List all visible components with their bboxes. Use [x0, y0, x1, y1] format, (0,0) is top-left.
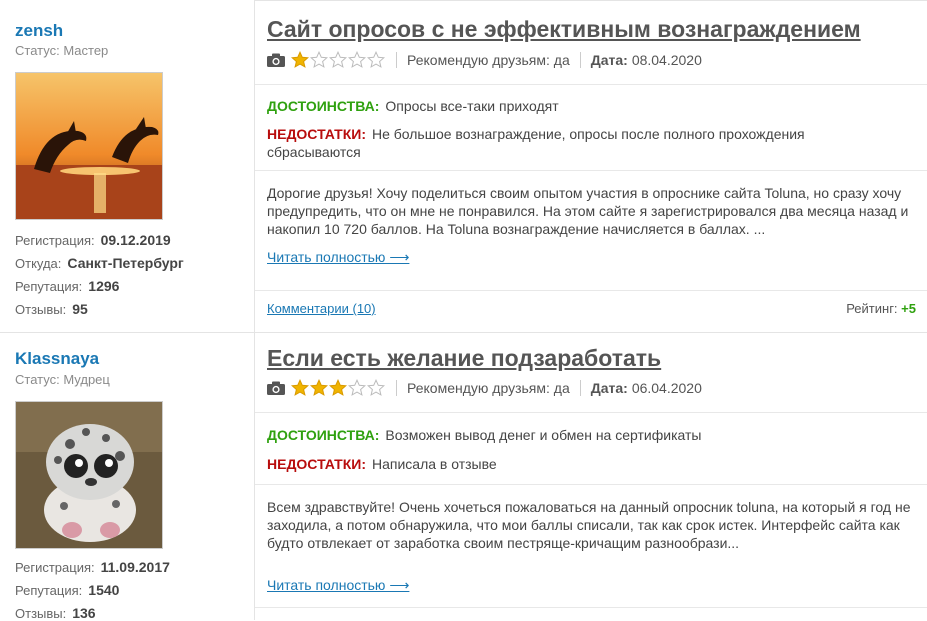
comments-link[interactable]: Комментарии (10)	[267, 301, 376, 316]
reviews-count-value: 136	[72, 605, 96, 621]
reputation-info: Репутация: 1540	[15, 582, 119, 598]
star-empty-icon	[348, 379, 366, 396]
star-rating	[291, 51, 386, 69]
avatar-dolphins-image	[16, 73, 162, 219]
date-label: Дата:	[590, 52, 628, 68]
pros-text: Опросы все-таки приходят	[385, 98, 559, 114]
divider	[255, 484, 927, 485]
author-name-link[interactable]: Klassnaya	[15, 349, 99, 369]
divider	[255, 290, 927, 291]
divider	[255, 412, 927, 413]
review-rating: Рейтинг: +5	[846, 301, 916, 316]
rating-label: Рейтинг:	[846, 301, 898, 316]
pros-block: ДОСТОИНСТВА: Возможен вывод денег и обмен…	[267, 426, 887, 444]
star-filled-icon	[291, 379, 309, 396]
author-panel: zensh Статус: Мастер Регистрация: 09.12.…	[0, 0, 253, 332]
pros-text: Возможен вывод денег и обмен на сертифик…	[385, 427, 702, 443]
review-content: Сайт опросов с не эффективным вознагражд…	[254, 0, 927, 332]
location-value: Санкт-Петербург	[67, 255, 184, 271]
reviews-count-info: Отзывы: 95	[15, 301, 88, 317]
cons-label: НЕДОСТАТКИ:	[267, 456, 366, 472]
review-info-line: Рекомендую друзьям: да Дата: 06.04.2020	[267, 377, 702, 399]
author-panel: Klassnaya Статус: Мудрец Регистрация: 11.…	[0, 332, 253, 621]
star-empty-icon	[310, 51, 328, 68]
review-card: zensh Статус: Мастер Регистрация: 09.12.…	[0, 0, 927, 332]
star-empty-icon	[367, 379, 385, 396]
date-value: 06.04.2020	[631, 380, 702, 396]
author-name-link[interactable]: zensh	[15, 21, 63, 41]
read-more-link[interactable]: Читать полностью ⟶	[267, 577, 409, 594]
reviews-count-label: Отзывы:	[15, 606, 67, 621]
location-info: Откуда: Санкт-Петербург	[15, 255, 184, 271]
star-filled-icon	[310, 379, 328, 396]
reviews-count-value: 95	[72, 301, 88, 317]
divider	[579, 52, 581, 68]
review-card: Klassnaya Статус: Мудрец Регистрация: 11.…	[0, 332, 927, 621]
star-empty-icon	[348, 51, 366, 68]
registration-info: Регистрация: 11.09.2017	[15, 559, 170, 575]
star-filled-icon	[329, 379, 347, 396]
author-status: Статус: Мастер	[15, 43, 109, 58]
divider	[396, 52, 397, 68]
registration-label: Регистрация:	[15, 233, 95, 248]
star-empty-icon	[329, 51, 347, 68]
registration-date: 09.12.2019	[100, 232, 171, 248]
pros-label: ДОСТОИНСТВА:	[267, 98, 380, 114]
review-excerpt: Всем здравствуйте! Очень хочеться пожало…	[267, 499, 911, 551]
star-empty-icon	[367, 51, 385, 68]
rating-value: +5	[901, 301, 916, 316]
registration-info: Регистрация: 09.12.2019	[15, 232, 171, 248]
cons-block: НЕДОСТАТКИ: Не большое вознаграждение, оп…	[267, 125, 887, 161]
pros-label: ДОСТОИНСТВА:	[267, 427, 380, 443]
review-title-link[interactable]: Сайт опросов с не эффективным вознагражд…	[267, 16, 861, 43]
camera-icon	[267, 381, 285, 395]
cons-label: НЕДОСТАТКИ:	[267, 126, 366, 142]
divider	[579, 380, 581, 396]
star-rating	[291, 379, 386, 397]
reputation-label: Репутация:	[15, 583, 83, 598]
author-status: Статус: Мудрец	[15, 372, 110, 387]
reviews-count-info: Отзывы: 136	[15, 605, 96, 621]
cons-block: НЕДОСТАТКИ: Написала в отзыве	[267, 455, 887, 473]
avatar-furry-creature-image	[16, 402, 162, 548]
avatar[interactable]	[15, 401, 163, 549]
registration-label: Регистрация:	[15, 560, 95, 575]
avatar[interactable]	[15, 72, 163, 220]
date-value: 08.04.2020	[631, 52, 702, 68]
reputation-value: 1296	[88, 278, 120, 294]
camera-icon	[267, 53, 285, 67]
recommend-text: Рекомендую друзьям: да	[407, 380, 570, 396]
date-label: Дата:	[590, 380, 628, 396]
star-filled-icon	[291, 51, 309, 68]
read-more-link[interactable]: Читать полностью ⟶	[267, 249, 409, 266]
location-label: Откуда:	[15, 256, 62, 271]
reputation-info: Репутация: 1296	[15, 278, 119, 294]
registration-date: 11.09.2017	[100, 559, 170, 575]
review-content: Если есть желание подзаработать Рекоменд…	[254, 332, 927, 620]
divider	[396, 380, 397, 396]
reputation-value: 1540	[88, 582, 120, 598]
pros-block: ДОСТОИНСТВА: Опросы все-таки приходят	[267, 97, 887, 115]
recommend-text: Рекомендую друзьям: да	[407, 52, 570, 68]
reviews-count-label: Отзывы:	[15, 302, 67, 317]
divider	[255, 84, 927, 85]
cons-text: Написала в отзыве	[371, 456, 497, 472]
review-info-line: Рекомендую друзьям: да Дата: 08.04.2020	[267, 49, 702, 71]
review-excerpt: Дорогие друзья! Хочу поделиться своим оп…	[267, 185, 909, 237]
divider	[255, 607, 927, 608]
divider	[255, 170, 927, 171]
review-title-link[interactable]: Если есть желание подзаработать	[267, 345, 661, 372]
reputation-label: Репутация:	[15, 279, 83, 294]
